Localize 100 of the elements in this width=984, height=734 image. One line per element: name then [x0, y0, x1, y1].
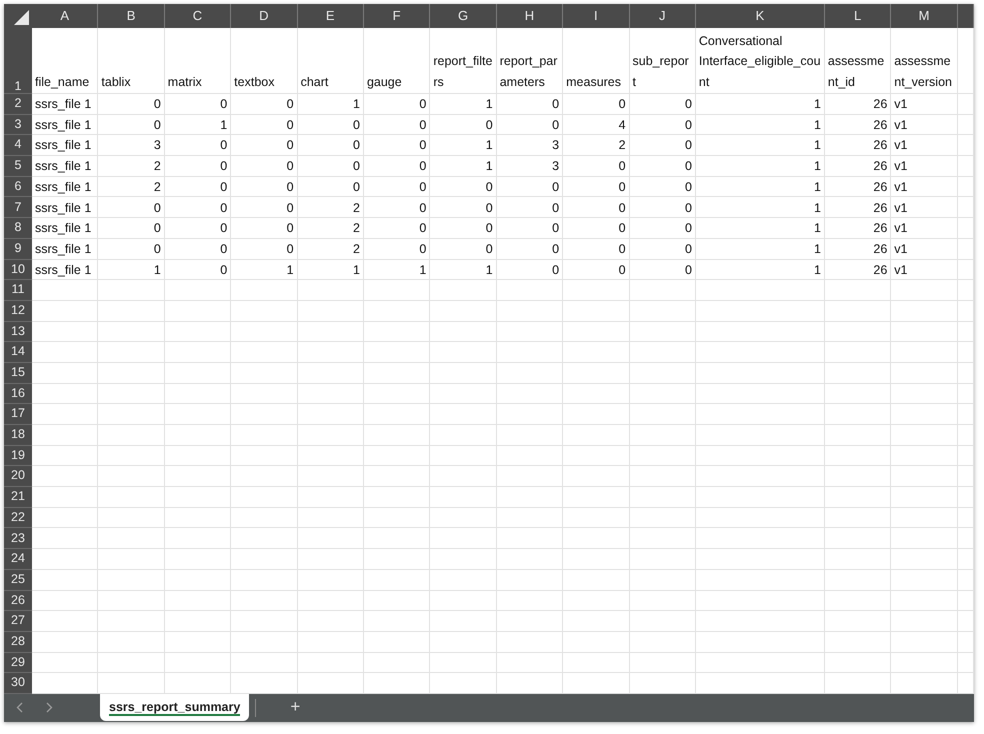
empty-cell [164, 404, 232, 425]
row-header[interactable]: 4 [14, 138, 22, 151]
column-header[interactable]: F [392, 6, 401, 26]
add-sheet-button[interactable]: + [284, 694, 306, 720]
empty-cell [496, 652, 564, 674]
empty-cell [958, 632, 974, 653]
table-cell: 1 [353, 97, 360, 113]
column-header[interactable]: K [756, 6, 764, 26]
empty-cell [563, 300, 630, 322]
empty-cell [298, 300, 364, 322]
table-cell: 26 [873, 159, 888, 175]
column-header[interactable]: E [326, 6, 335, 26]
empty-cell [364, 404, 430, 425]
table-cell: 0 [684, 221, 692, 237]
table-cell: 0 [353, 118, 360, 134]
empty-cell [958, 549, 974, 570]
empty-cell [430, 342, 497, 363]
sheet-tab[interactable]: ssrs_report_summary [100, 694, 250, 721]
empty-cell [891, 487, 958, 508]
empty-cell [496, 362, 564, 384]
table-cell: 0 [552, 200, 560, 216]
empty-cell [958, 570, 974, 590]
table-cell: 0 [220, 262, 228, 278]
empty-cell [496, 611, 564, 632]
empty-cell [563, 384, 630, 404]
empty-cell [496, 300, 564, 322]
table-cell: 0 [618, 242, 626, 258]
empty-cell [231, 362, 298, 384]
row-header[interactable]: 2 [14, 97, 22, 110]
next-icon[interactable] [46, 702, 52, 713]
table-cell-text: matrix [168, 74, 202, 90]
column-header[interactable]: I [594, 6, 598, 26]
empty-cell [98, 446, 165, 466]
table-cell: 26 [873, 262, 888, 278]
column-header[interactable]: A [60, 6, 70, 26]
column-header[interactable]: G [458, 6, 468, 26]
row-header[interactable]: 6 [14, 180, 22, 192]
table-cell: 2 [353, 200, 360, 216]
empty-cell [364, 362, 430, 384]
column-header[interactable]: D [259, 6, 269, 26]
table-cell: 0 [419, 118, 426, 134]
empty-cell [298, 652, 364, 674]
row-header[interactable]: 3 [14, 118, 22, 130]
empty-cell [630, 404, 696, 425]
table-cell: 0 [486, 221, 493, 237]
table-cell: 1 [814, 118, 821, 134]
column-header[interactable]: L [854, 6, 862, 26]
table-cell: 0 [419, 221, 426, 237]
empty-cell [496, 404, 564, 425]
empty-cell [824, 384, 892, 404]
empty-cell [164, 549, 232, 570]
column-header[interactable]: H [524, 6, 534, 26]
column-header[interactable]: C [192, 6, 202, 26]
column-header[interactable] [958, 4, 974, 28]
row-header[interactable]: 5 [14, 159, 22, 172]
table-cell: 0 [486, 242, 493, 258]
empty-cell [98, 425, 165, 446]
previous-icon[interactable] [16, 702, 22, 713]
empty-cell [824, 404, 892, 425]
column-header[interactable]: B [126, 6, 136, 26]
empty-cell [298, 590, 364, 612]
table-cell: 26 [873, 242, 888, 258]
empty-cell [496, 466, 564, 488]
empty-cell [958, 404, 974, 425]
table-cell: v1 [894, 118, 908, 134]
row-header[interactable]: 8 [14, 221, 22, 234]
table-cell: 0 [419, 159, 426, 175]
empty-cell [891, 342, 958, 363]
table-cell: ssrs_file 1 [35, 221, 92, 237]
row-header[interactable]: 1 [14, 80, 22, 92]
empty-cell [891, 446, 958, 466]
empty-cell [563, 611, 630, 632]
table-cell: 0 [618, 221, 626, 237]
empty-cell [630, 632, 696, 653]
empty-cell [231, 508, 298, 528]
table-cell: v1 [894, 138, 908, 154]
empty-cell [958, 590, 974, 612]
row-header[interactable]: 9 [14, 242, 22, 254]
row-header[interactable]: 7 [14, 200, 22, 214]
empty-cell [563, 528, 630, 550]
table-cell: 0 [286, 200, 294, 216]
empty-cell [98, 508, 165, 528]
empty-cell [98, 362, 165, 384]
table-cell: 0 [154, 200, 161, 216]
column-header[interactable]: J [658, 6, 666, 26]
empty-cell [298, 384, 364, 404]
empty-cell [430, 528, 497, 550]
empty-cell [231, 590, 298, 612]
empty-cell [298, 528, 364, 550]
empty-cell [496, 549, 564, 570]
empty-cell [824, 611, 892, 632]
column-header[interactable]: M [918, 6, 930, 26]
table-cell: 2 [353, 242, 360, 258]
table-cell: 0 [486, 200, 493, 216]
table-cell: 0 [220, 242, 228, 258]
empty-cell [496, 590, 564, 612]
empty-cell [496, 508, 564, 528]
empty-cell [824, 425, 892, 446]
empty-cell [563, 425, 630, 446]
select-all-icon[interactable] [14, 10, 29, 25]
